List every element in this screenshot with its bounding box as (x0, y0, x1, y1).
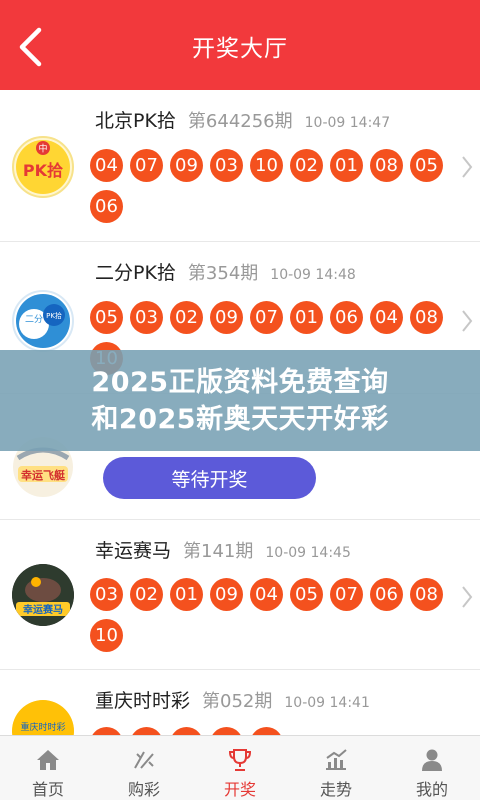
chevron-right-icon (462, 586, 473, 608)
number-ball: 03 (130, 301, 163, 334)
number-ball: 10 (250, 149, 283, 182)
bottom-tab-bar: 首页 购彩 开奖 走势 我的 (0, 735, 480, 800)
app-screen: 开奖大厅 中 PK拾 北京PK拾 第644256期 10-09 14:47 04… (0, 0, 480, 800)
lottery-name: 北京PK拾 (95, 110, 176, 132)
number-ball: 04 (250, 578, 283, 611)
number-ball: 06 (330, 301, 363, 334)
number-ball: 01 (170, 578, 203, 611)
waiting-draw-button[interactable]: 等待开奖 (103, 457, 316, 499)
number-ball: 08 (370, 149, 403, 182)
number-ball: 02 (130, 578, 163, 611)
issue-number: 第052期 (202, 691, 273, 712)
tab-buy-lottery[interactable]: 购彩 (96, 736, 192, 800)
promo-banner: 2025正版资料免费查询 和2025新奥天天开好彩 (0, 350, 480, 451)
tab-label: 我的 (415, 780, 448, 799)
number-balls: 04 07 09 03 10 02 01 08 05 06 (90, 149, 450, 231)
number-ball (130, 727, 163, 735)
number-ball: 10 (90, 619, 123, 652)
lottery-logo: 幸运赛马 (12, 564, 74, 626)
issue-number: 第141期 (183, 541, 254, 562)
number-ball: 01 (330, 149, 363, 182)
lottery-header: 幸运赛马 第141期 10-09 14:45 (95, 536, 351, 563)
logo-text: 幸运飞艇 (21, 468, 66, 482)
number-ball: 01 (290, 301, 323, 334)
lottery-logo: 二分 PK拾 (12, 290, 74, 352)
number-ball (170, 727, 203, 735)
tab-label: 购彩 (127, 780, 160, 799)
number-balls: 03 02 01 09 04 05 07 06 08 10 (90, 578, 450, 660)
chevron-left-icon (19, 27, 42, 67)
banner-line-2: 和2025新奥天天开好彩 (91, 403, 389, 435)
number-balls (90, 727, 450, 735)
number-ball: 08 (410, 578, 443, 611)
banner-line-1: 2025正版资料免费查询 (91, 366, 389, 398)
tab-label: 开奖 (223, 780, 256, 799)
number-ball: 02 (170, 301, 203, 334)
number-ball: 03 (90, 578, 123, 611)
draw-time: 10-09 14:45 (265, 545, 351, 561)
lottery-header: 北京PK拾 第644256期 10-09 14:47 (95, 106, 390, 133)
lottery-icon (134, 751, 154, 769)
number-ball: 07 (330, 578, 363, 611)
draw-time: 10-09 14:47 (304, 115, 391, 131)
lottery-logo: 重庆时时彩 (12, 700, 74, 735)
tab-home[interactable]: 首页 (0, 736, 96, 800)
user-icon (422, 749, 442, 771)
number-ball: 06 (370, 578, 403, 611)
number-ball: 04 (90, 149, 123, 182)
number-ball: 05 (410, 149, 443, 182)
trophy-icon (228, 749, 252, 771)
tab-draw-results[interactable]: 开奖 (192, 736, 288, 800)
number-ball: 03 (210, 149, 243, 182)
lottery-name: 幸运赛马 (95, 540, 172, 562)
back-button[interactable] (8, 22, 52, 72)
logo-text-right: PK拾 (46, 311, 62, 320)
header-bar: 开奖大厅 (0, 0, 480, 90)
lottery-item-cq-ssc[interactable]: 重庆时时彩 重庆时时彩 第052期 10-09 14:41 (0, 670, 480, 735)
number-ball: 09 (210, 578, 243, 611)
number-ball (210, 727, 243, 735)
number-ball: 05 (290, 578, 323, 611)
lottery-name: 重庆时时彩 (95, 690, 191, 712)
tab-label: 首页 (31, 780, 64, 799)
number-ball: 09 (170, 149, 203, 182)
tab-mine[interactable]: 我的 (384, 736, 480, 800)
logo-text: PK拾 (23, 161, 63, 180)
number-ball (250, 727, 283, 735)
number-ball: 02 (290, 149, 323, 182)
lottery-header: 二分PK拾 第354期 10-09 14:48 (95, 258, 356, 285)
number-ball: 06 (90, 190, 123, 223)
logo-badge-text: 中 (38, 143, 47, 155)
lottery-name: 二分PK拾 (95, 262, 176, 284)
number-ball: 09 (210, 301, 243, 334)
issue-number: 第354期 (187, 263, 259, 284)
trend-chart-icon (326, 749, 347, 770)
logo-text: 重庆时时彩 (20, 721, 65, 733)
logo-text-left: 二分 (25, 314, 43, 325)
tab-label: 走势 (319, 780, 352, 799)
number-ball: 07 (130, 149, 163, 182)
page-title: 开奖大厅 (192, 36, 288, 62)
number-ball: 08 (410, 301, 443, 334)
draw-time: 10-09 14:41 (284, 695, 370, 711)
number-ball (90, 727, 123, 735)
tab-trend[interactable]: 走势 (288, 736, 384, 800)
lottery-header: 重庆时时彩 第052期 10-09 14:41 (95, 686, 370, 713)
chevron-right-icon (462, 310, 473, 332)
home-icon (37, 750, 59, 770)
issue-number: 第644256期 (187, 111, 293, 132)
number-ball: 05 (90, 301, 123, 334)
number-ball: 04 (370, 301, 403, 334)
lottery-logo: 中 PK拾 (12, 136, 74, 198)
logo-text: 幸运赛马 (23, 603, 63, 616)
draw-time: 10-09 14:48 (270, 267, 356, 283)
lottery-item-lucky-horse[interactable]: 幸运赛马 幸运赛马 第141期 10-09 14:45 03 02 01 09 … (0, 520, 480, 670)
lottery-item-bjpk10[interactable]: 中 PK拾 北京PK拾 第644256期 10-09 14:47 04 07 0… (0, 90, 480, 242)
number-ball: 07 (250, 301, 283, 334)
chevron-right-icon (462, 156, 473, 178)
